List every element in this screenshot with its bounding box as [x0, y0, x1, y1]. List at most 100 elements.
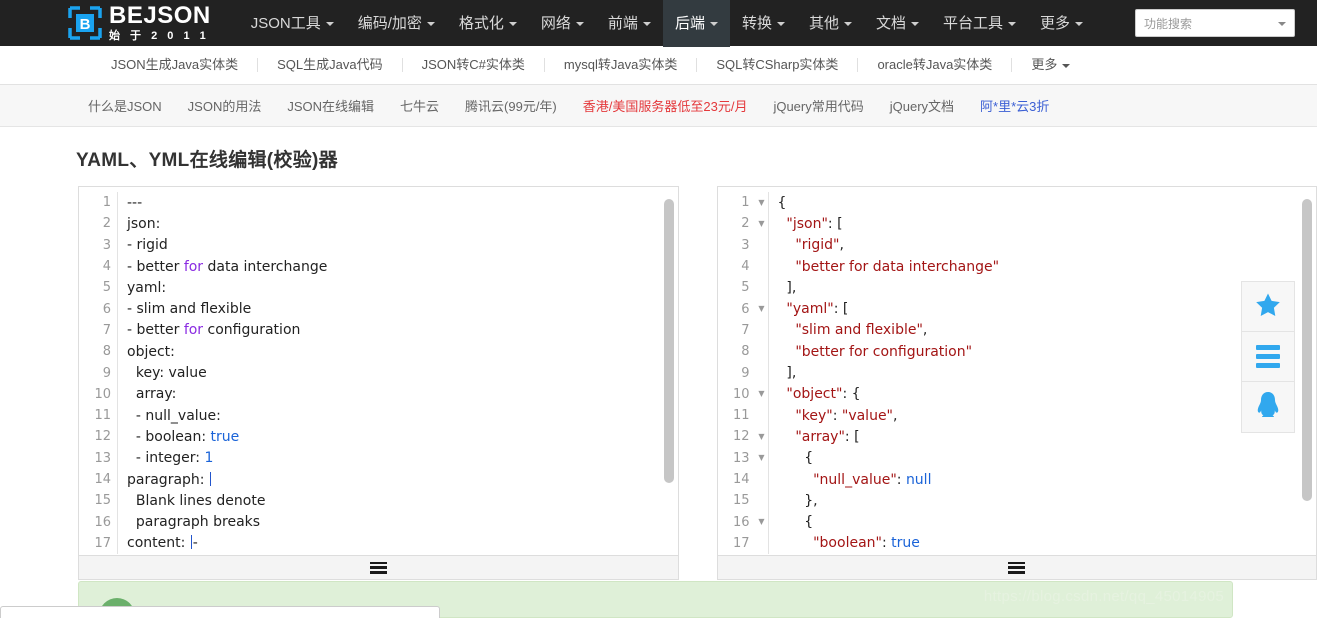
code-line: 9 key: value [79, 362, 678, 384]
code-text: paragraph: [127, 471, 212, 488]
favorite-button[interactable] [1242, 282, 1294, 332]
line-number: 17 [732, 535, 750, 551]
gutter-divider [117, 213, 118, 235]
token-bool: true [210, 428, 240, 445]
code-line: 13 ▼ { [718, 447, 1317, 469]
token-plain: object: [127, 343, 175, 360]
bottom-sheet-panel[interactable] [0, 606, 440, 618]
quick-link-6[interactable]: jQuery常用代码 [773, 96, 863, 115]
token-plain: { [777, 450, 814, 467]
json-editor-panel[interactable]: 1 ▼{2 ▼ "json": [3 "rigid", 4 "better for d… [716, 186, 1317, 580]
token-kw: for [183, 322, 204, 339]
watermark-text: https://blog.csdn.net/qq_45014905 [983, 588, 1224, 605]
code-line: 10 array: [79, 383, 678, 405]
top-menu-list: JSON工具 编码/加密 格式化 网络 前端 后端 转换 其他 文档 平台工具 更多 [239, 0, 1095, 47]
fold-toggle-icon[interactable]: ▼ [756, 198, 768, 207]
quick-link-3[interactable]: 七牛云 [400, 96, 439, 115]
token-plain: - null_value: [127, 407, 221, 424]
code-text: - slim and flexible [127, 301, 251, 317]
token-jkey: "json" [786, 215, 828, 232]
feature-search-select[interactable]: 功能搜索 [1135, 9, 1295, 37]
top-menu-label: 平台工具 [943, 15, 1004, 32]
line-number: 10 [732, 386, 750, 402]
gutter-divider [767, 319, 769, 342]
gutter-divider [767, 468, 769, 491]
json-editor-scrollbar[interactable] [1302, 198, 1312, 501]
top-menu-label: 后端 [674, 15, 705, 32]
code-text: "null_value": null [778, 471, 931, 488]
code-line: 1 --- [79, 192, 678, 214]
sub-menu-item-3[interactable]: mysql转Java实体类 [545, 58, 698, 72]
top-menu-label: 网络 [540, 15, 571, 32]
gutter-divider [767, 404, 769, 427]
gutter-divider [117, 234, 118, 256]
code-line: 15 Blank lines denote [79, 490, 678, 512]
top-menu-item-8[interactable]: 文档 [864, 0, 931, 47]
chevron-down-icon [1075, 21, 1084, 26]
yaml-editor-panel[interactable]: 1 --- 2 json: 3 - rigid 4 - better for data int… [78, 186, 679, 580]
quick-link-1[interactable]: JSON的用法 [188, 96, 262, 115]
code-text: "json": [ [778, 215, 843, 232]
line-number: 5 [102, 280, 111, 296]
fold-toggle-icon[interactable]: ▼ [756, 454, 768, 462]
quick-link-0[interactable]: 什么是JSON [88, 96, 162, 115]
top-menu-item-0[interactable]: JSON工具 [239, 0, 346, 47]
bejson-logo-icon: B [68, 6, 102, 40]
line-number: 7 [741, 322, 750, 338]
star-icon [1255, 292, 1281, 322]
top-menu-item-4[interactable]: 前端 [596, 0, 663, 47]
top-menu-item-5[interactable]: 后端 [662, 0, 730, 47]
sub-menu-item-4[interactable]: SQL转CSharp实体类 [697, 58, 859, 72]
qq-contact-button[interactable] [1242, 382, 1294, 432]
yaml-editor-body[interactable]: 1 --- 2 json: 3 - rigid 4 - better for data int… [79, 187, 678, 555]
sub-menu-item-1[interactable]: SQL生成Java代码 [258, 58, 403, 72]
sub-menu-more[interactable]: 更多 [1012, 58, 1089, 72]
sub-menu-item-5[interactable]: oracle转Java实体类 [858, 58, 1013, 72]
fold-toggle-icon[interactable]: ▼ [756, 390, 768, 398]
line-number: 8 [102, 344, 111, 360]
gutter-divider [117, 532, 118, 555]
top-menu-item-2[interactable]: 格式化 [447, 0, 529, 47]
token-jkey: "null_value" [813, 471, 897, 488]
quick-link-4[interactable]: 腾讯云(99元/年) [465, 96, 557, 115]
code-text: json: [127, 216, 160, 232]
menu-button[interactable] [1242, 332, 1294, 382]
token-kw: for [183, 258, 204, 275]
json-editor-menu-button[interactable] [717, 555, 1316, 579]
top-menu-item-7[interactable]: 其他 [797, 0, 864, 47]
code-line: 11 "key": "value", [718, 404, 1317, 427]
quick-link-5[interactable]: 香港/美国服务器低至23元/月 [583, 96, 748, 115]
floating-side-dock [1241, 281, 1295, 433]
fold-toggle-icon[interactable]: ▼ [756, 518, 768, 526]
gutter-divider [117, 298, 118, 320]
json-editor-body[interactable]: 1 ▼{2 ▼ "json": [3 "rigid", 4 "better for d… [718, 187, 1317, 555]
text-cursor [209, 471, 211, 486]
text-cursor [190, 535, 192, 550]
yaml-editor-scrollbar[interactable] [663, 198, 674, 483]
token-plain: : [832, 407, 842, 424]
sub-menu-item-2[interactable]: JSON转C#实体类 [403, 58, 545, 72]
yaml-editor-menu-button[interactable] [79, 555, 678, 579]
top-menu-label: 更多 [1040, 15, 1071, 32]
quick-link-2[interactable]: JSON在线编辑 [287, 96, 374, 115]
token-plain: }, [777, 492, 818, 509]
token-plain: : [ [827, 215, 843, 232]
fold-toggle-icon[interactable]: ▼ [756, 432, 768, 441]
line-number: 5 [741, 280, 750, 296]
top-menu-item-9[interactable]: 平台工具 [931, 0, 1028, 47]
code-text: "rigid", [778, 237, 844, 253]
token-plain: paragraph breaks [127, 514, 261, 531]
quick-link-8[interactable]: 阿*里*云3折 [980, 96, 1049, 115]
top-menu-item-1[interactable]: 编码/加密 [346, 0, 447, 47]
top-menu-item-10[interactable]: 更多 [1028, 0, 1095, 47]
quick-link-7[interactable]: jQuery文档 [890, 96, 954, 115]
site-logo[interactable]: B BEJSON 始 于 2 0 1 1 [68, 4, 211, 42]
fold-toggle-icon[interactable]: ▼ [756, 305, 768, 313]
menu-icon [369, 561, 387, 574]
fold-toggle-icon[interactable]: ▼ [756, 219, 768, 228]
sub-menu-item-0[interactable]: JSON生成Java实体类 [92, 58, 259, 72]
line-number: 15 [94, 493, 111, 509]
top-menu-item-6[interactable]: 转换 [730, 0, 797, 47]
top-menu-item-3[interactable]: 网络 [529, 0, 596, 47]
